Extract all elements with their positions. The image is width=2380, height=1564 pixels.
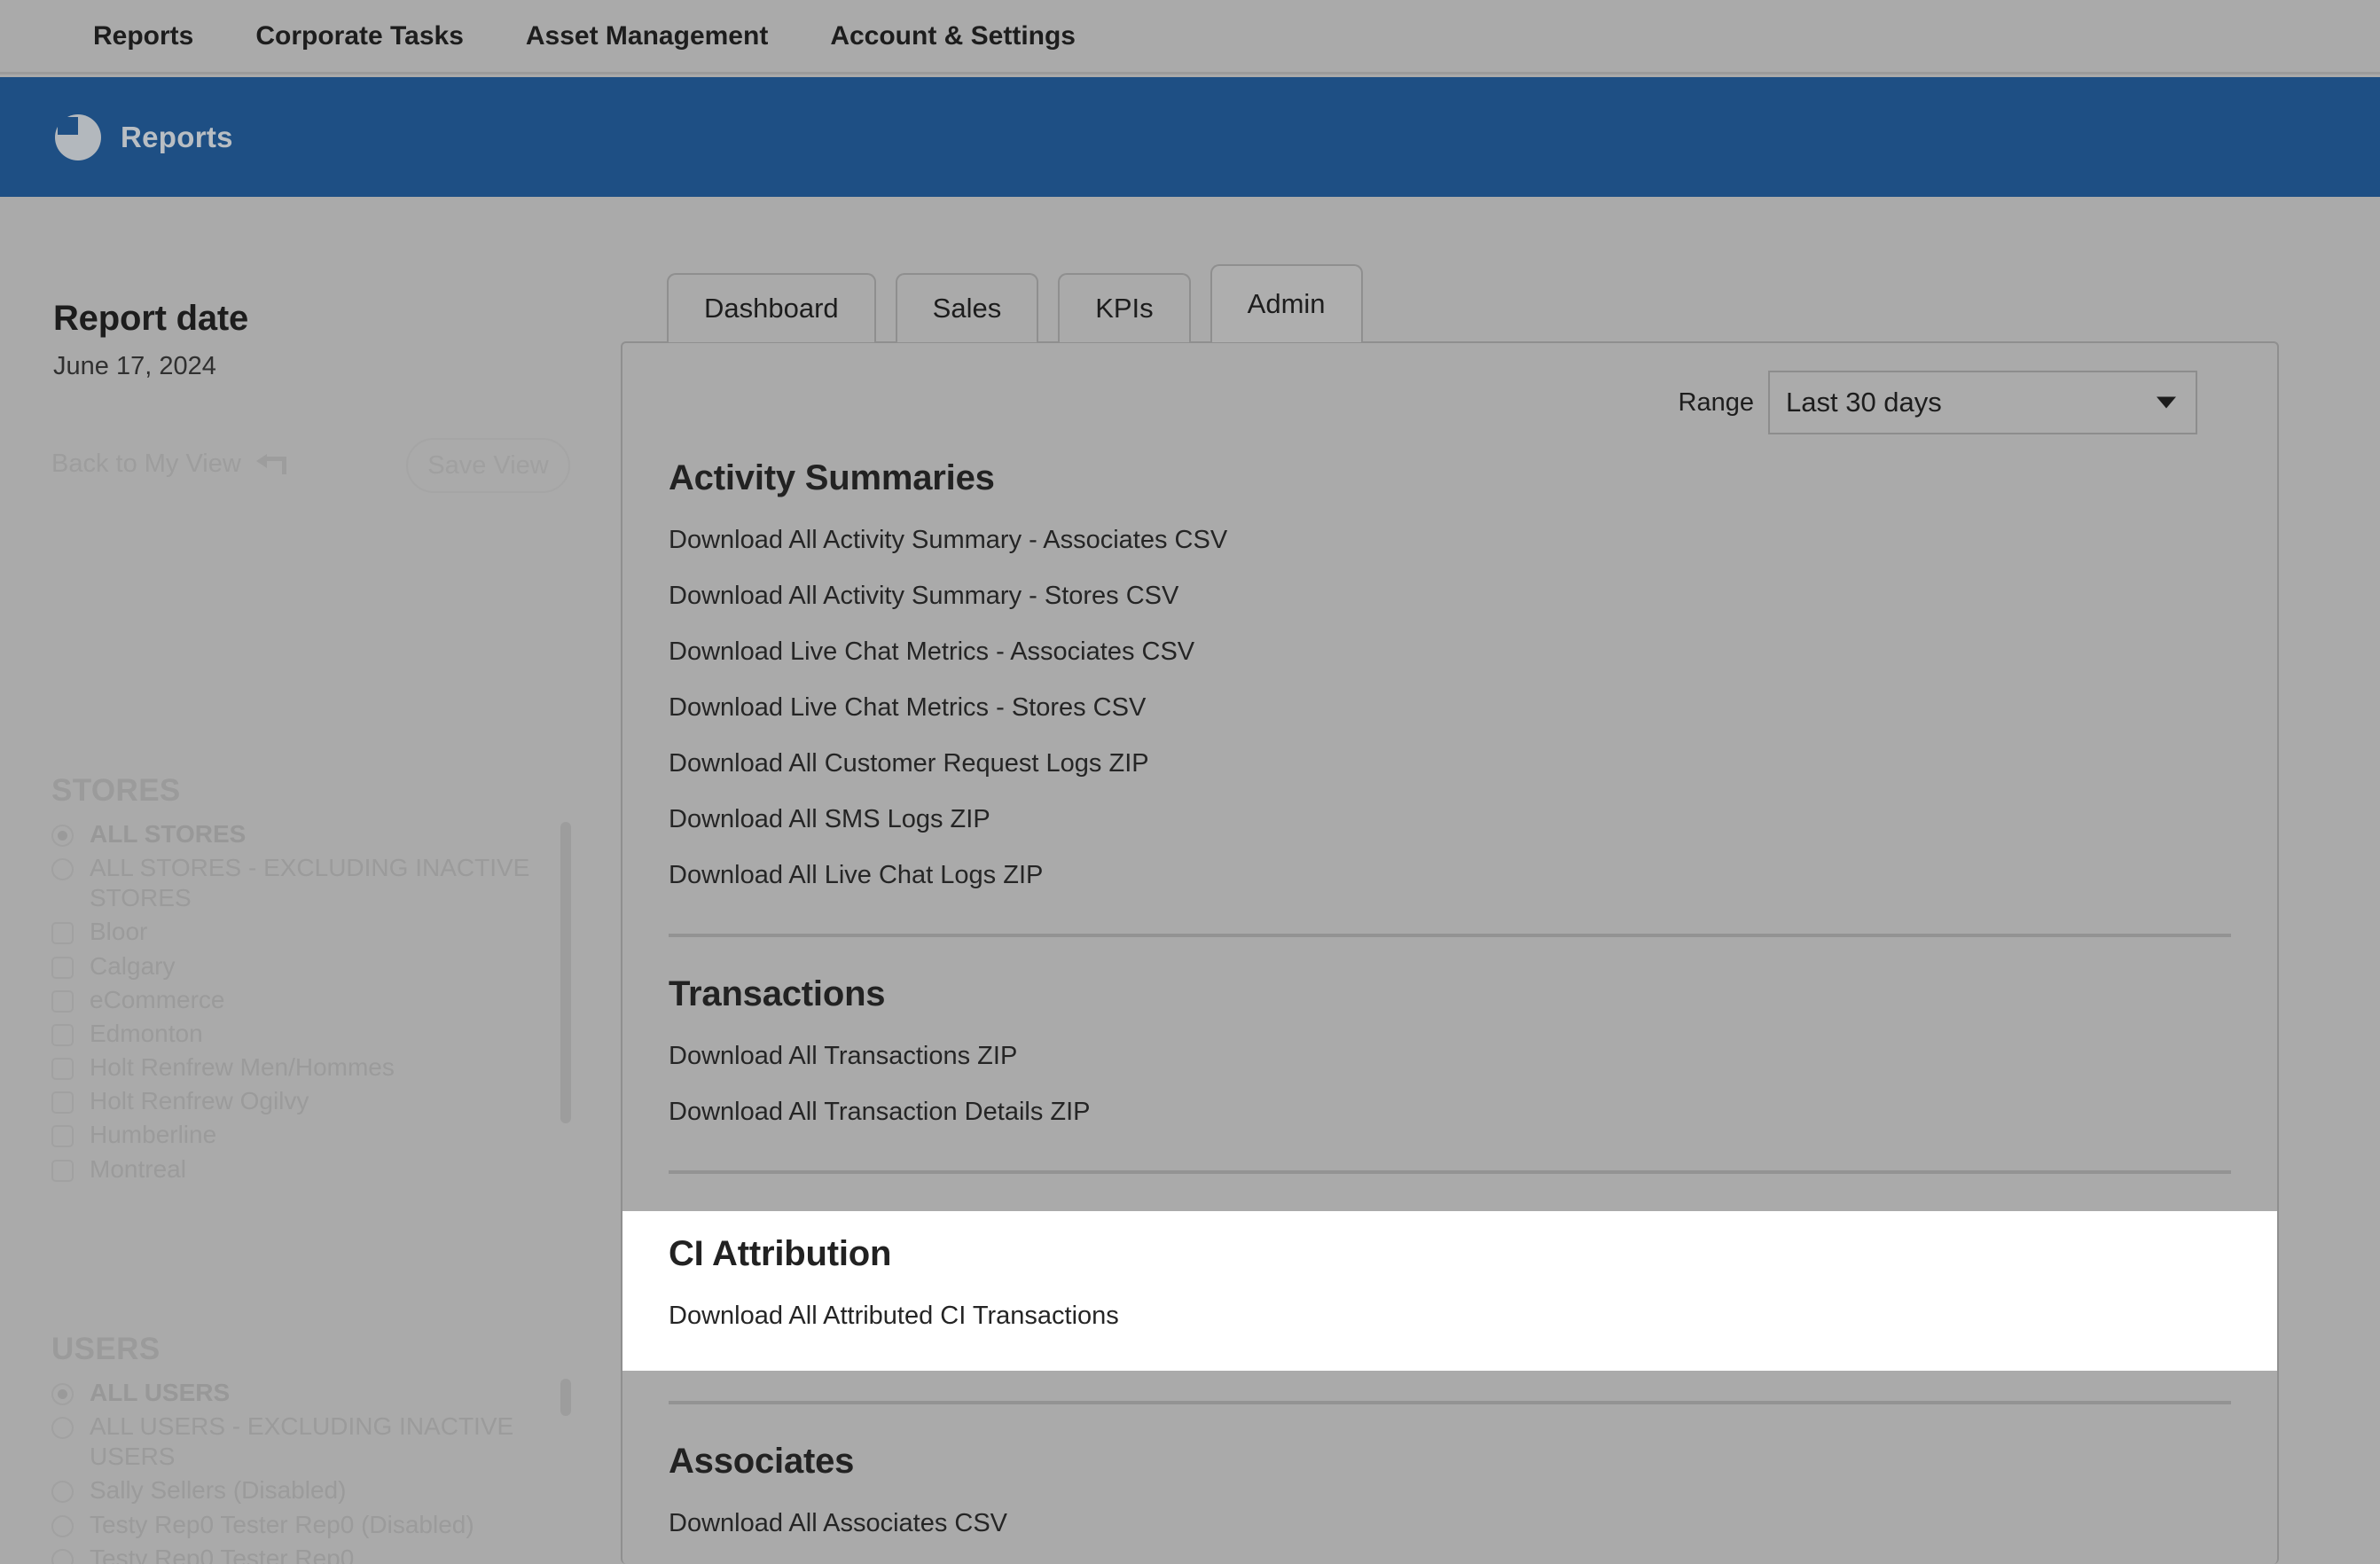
back-to-my-view-link[interactable]: Back to My View [51, 450, 287, 479]
checkbox-icon[interactable] [51, 922, 74, 945]
radio-icon[interactable] [51, 825, 74, 847]
filter-item-label: ALL USERS - EXCLUDING INACTIVE USERS [90, 1412, 514, 1471]
radio-icon[interactable] [51, 1417, 74, 1440]
download-link[interactable]: Download Live Chat Metrics - Associates … [669, 624, 2231, 680]
filter-item-label: Calgary [90, 951, 176, 980]
report-date-title: Report date [53, 299, 249, 338]
stores-group-title: STORES [51, 773, 181, 808]
radio-icon[interactable] [51, 1481, 74, 1504]
top-navigation-bar: Reports Corporate Tasks Asset Management… [0, 0, 2380, 74]
filter-item-label: ALL STORES - EXCLUDING INACTIVE STORES [90, 854, 530, 912]
download-link[interactable]: Download All Activity Summary - Stores C… [669, 568, 2231, 624]
admin-tab-panel: Range Last 30 days Activity Summaries Dow… [621, 341, 2279, 1564]
back-arrow-icon [255, 453, 287, 476]
filter-item-label: ALL STORES [90, 820, 247, 848]
filter-item[interactable]: eCommerce [51, 985, 575, 1015]
top-nav-item-account-settings[interactable]: Account & Settings [830, 21, 1076, 51]
tab-kpis[interactable]: KPIs [1058, 273, 1191, 342]
checkbox-icon[interactable] [51, 1159, 74, 1182]
page-title: Reports [121, 120, 233, 153]
download-section: Transactions Download All Transactions ZI… [622, 974, 2277, 1140]
section-title: Associates [669, 1442, 855, 1481]
checkbox-icon[interactable] [51, 1125, 74, 1148]
tab-dashboard[interactable]: Dashboard [667, 273, 876, 342]
stores-filter-list[interactable]: ALL STORES ALL STORES - EXCLUDING INACTIV… [51, 819, 575, 1245]
download-link[interactable]: Download All Associates CSV [669, 1496, 2231, 1552]
radio-icon[interactable] [51, 1514, 74, 1537]
filter-item-label: ALL USERS [90, 1379, 231, 1406]
tab-sales[interactable]: Sales [895, 273, 1039, 342]
section-title: CI Attribution [669, 1234, 892, 1273]
tab-admin[interactable]: Admin [1210, 264, 1363, 342]
radio-icon[interactable] [51, 1383, 74, 1405]
filter-item[interactable]: ALL STORES - EXCLUDING INACTIVE STORES [51, 853, 575, 913]
download-section: Activity Summaries Download All Activity … [622, 458, 2277, 903]
filter-item[interactable]: ALL USERS [51, 1378, 575, 1408]
checkbox-icon[interactable] [51, 1058, 74, 1081]
back-to-my-view-label: Back to My View [51, 450, 241, 478]
filter-item[interactable]: Bloor [51, 917, 575, 947]
filter-item-label: Testy Rep0 Tester Rep0 [90, 1544, 355, 1564]
download-link[interactable]: Download All Activity Summary - Associat… [669, 512, 2231, 568]
filter-item[interactable]: Testy Rep0 Tester Rep0 [51, 1544, 575, 1564]
download-link[interactable]: Download All Attributed CI Transactions [669, 1288, 2231, 1344]
save-view-button[interactable]: Save View [406, 438, 570, 493]
download-link[interactable]: Download All Live Chat Logs ZIP [669, 848, 2231, 903]
filter-item-label: Montreal [90, 1154, 186, 1183]
download-link[interactable]: Download All Transaction Details ZIP [669, 1084, 2231, 1140]
users-scrollbar-thumb[interactable] [560, 1379, 571, 1416]
download-section: Associates Download All Associates CSVDow… [622, 1442, 2277, 1564]
radio-icon[interactable] [51, 1548, 74, 1564]
filter-item-label: Testy Rep0 Tester Rep0 (Disabled) [90, 1510, 474, 1538]
top-nav-item-corporate-tasks[interactable]: Corporate Tasks [255, 21, 464, 51]
filter-item[interactable]: Calgary [51, 951, 575, 981]
download-link[interactable]: Download All Customer Request Logs ZIP [669, 736, 2231, 792]
radio-icon[interactable] [51, 858, 74, 881]
section-divider [669, 934, 2231, 937]
filter-item-label: Holt Renfrew Ogilvy [90, 1087, 309, 1115]
filters-sidebar: Report date June 17, 2024 Back to My Vie… [0, 197, 621, 1564]
filter-item[interactable]: Holt Renfrew Men/Hommes [51, 1052, 575, 1083]
filter-item[interactable]: Sally Sellers (Disabled) [51, 1475, 575, 1505]
filter-item-label: eCommerce [90, 985, 225, 1013]
download-link[interactable]: Download All Contacts ZIP [669, 1552, 2231, 1564]
checkbox-icon[interactable] [51, 989, 74, 1013]
users-group-title: USERS [51, 1332, 160, 1366]
filter-item-label: Holt Renfrew Men/Hommes [90, 1053, 395, 1082]
stores-scrollbar-thumb[interactable] [560, 822, 571, 1123]
filter-item[interactable]: Testy Rep0 Tester Rep0 (Disabled) [51, 1510, 575, 1540]
top-nav-item-reports[interactable]: Reports [93, 21, 193, 51]
section-title: Activity Summaries [669, 458, 995, 497]
filter-item-label: Bloor [90, 918, 148, 946]
filter-item-label: Edmonton [90, 1019, 203, 1047]
checkbox-icon[interactable] [51, 956, 74, 979]
filter-item[interactable]: Humberline [51, 1120, 575, 1150]
filter-item[interactable]: ALL USERS - EXCLUDING INACTIVE USERS [51, 1412, 575, 1472]
top-nav-item-asset-management[interactable]: Asset Management [526, 21, 768, 51]
checkbox-icon[interactable] [51, 1091, 74, 1114]
section-divider [669, 1401, 2231, 1404]
download-link[interactable]: Download All Transactions ZIP [669, 1028, 2231, 1084]
section-title: Transactions [669, 974, 886, 1013]
filter-item-label: Humberline [90, 1121, 217, 1149]
report-tab-strip: Dashboard Sales KPIs Admin [667, 264, 1382, 342]
filter-item[interactable]: ALL STORES [51, 819, 575, 849]
download-link[interactable]: Download Live Chat Metrics - Stores CSV [669, 680, 2231, 736]
filter-item[interactable]: Montreal [51, 1154, 575, 1185]
checkbox-icon[interactable] [51, 1023, 74, 1046]
report-date-value: June 17, 2024 [53, 352, 216, 380]
filter-item[interactable]: Holt Renfrew Ogilvy [51, 1086, 575, 1116]
app-header-bar: Reports [0, 77, 2380, 197]
pie-chart-icon [55, 113, 101, 160]
section-divider [669, 1170, 2231, 1174]
filter-item[interactable]: Edmonton [51, 1019, 575, 1049]
filter-item-label: Sally Sellers (Disabled) [90, 1476, 347, 1505]
download-sections-container: Activity Summaries Download All Activity … [622, 343, 2277, 1564]
users-filter-list[interactable]: ALL USERS ALL USERS - EXCLUDING INACTIVE … [51, 1378, 575, 1564]
download-section: CI Attribution Download All Attributed CI… [622, 1211, 2277, 1371]
download-link[interactable]: Download All SMS Logs ZIP [669, 792, 2231, 848]
